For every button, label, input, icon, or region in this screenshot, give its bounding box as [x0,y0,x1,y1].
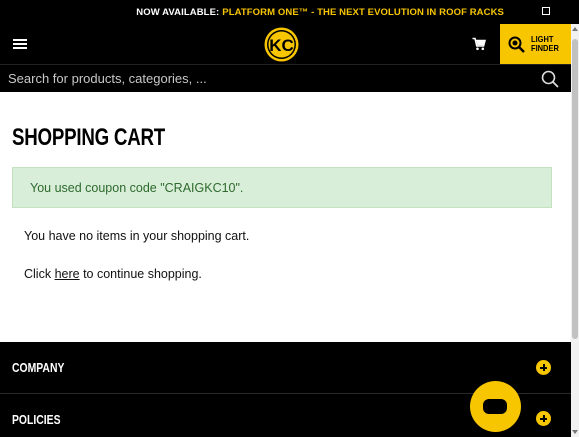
continue-prefix: Click [24,267,55,281]
search-input[interactable] [0,65,530,92]
kc-logo[interactable]: KC [263,26,300,63]
footer-section-label: POLICIES [12,412,61,427]
logo-text: KC [269,36,294,55]
page-scrollbar[interactable] [571,24,579,437]
light-finder-label: LIGHT FINDER [531,33,559,53]
footer-section-label: COMPANY [12,360,65,375]
search-icon[interactable] [541,70,559,88]
expand-plus-icon[interactable] [536,411,551,426]
chat-bubble-icon [483,399,507,414]
promo-prefix: NOW AVAILABLE: [136,6,220,18]
page-title: SHOPPING CART [12,124,165,151]
promo-link[interactable]: PLATFORM ONE™ - THE NEXT EVOLUTION IN RO… [222,7,504,18]
expand-plus-icon[interactable] [536,360,551,375]
cart-icon[interactable] [472,37,487,51]
search-bar [0,64,571,92]
chat-button[interactable] [470,381,521,432]
scrollbar-thumb[interactable] [572,39,578,339]
scroll-down-icon[interactable] [572,430,578,434]
continue-suffix: to continue shopping. [79,267,202,281]
main-content: SHOPPING CART You used coupon code "CRAI… [0,92,571,342]
promo-banner: NOW AVAILABLE: PLATFORM ONE™ - THE NEXT … [0,0,579,24]
menu-icon[interactable] [13,39,27,49]
site-header: KC LIGHT FINDER [0,24,571,64]
continue-shopping-message: Click here to continue shopping. [24,267,202,281]
empty-cart-message: You have no items in your shopping cart. [24,229,250,243]
scroll-up-icon[interactable] [572,27,578,31]
light-finder-icon [508,36,525,53]
alert-message: You used coupon code "CRAIGKC10". [30,180,244,195]
continue-shopping-link[interactable]: here [55,267,80,281]
scrollbar-corner [571,0,579,24]
close-promo-icon[interactable] [542,7,550,15]
coupon-success-alert: You used coupon code "CRAIGKC10". [12,167,552,208]
light-finder-button[interactable]: LIGHT FINDER [500,24,571,64]
